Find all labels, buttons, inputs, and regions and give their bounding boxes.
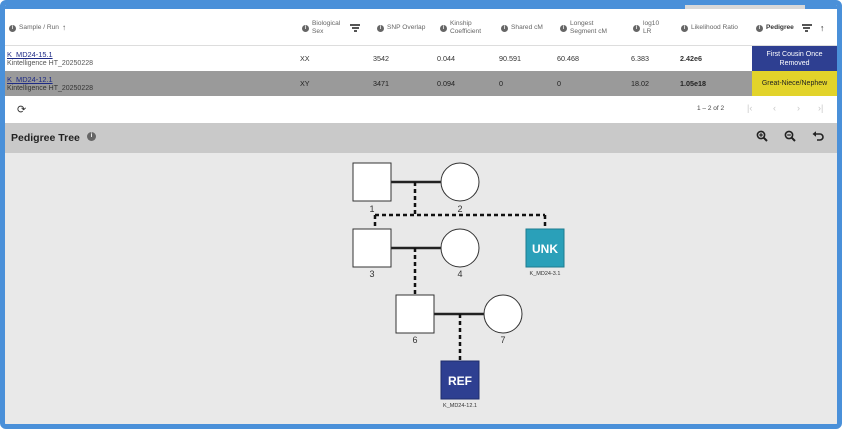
pedigree-badge[interactable]: First Cousin Once Removed bbox=[752, 46, 837, 71]
last-page-icon[interactable]: ›| bbox=[818, 103, 823, 113]
pedigree-tree: 1 2 3 4 UNK K_MD24-3.1 6 7 REF K_MD24-12… bbox=[352, 162, 565, 409]
node-label-3: 3 bbox=[369, 269, 374, 279]
info-icon[interactable]: i bbox=[681, 24, 688, 32]
pedigree-canvas[interactable]: 1 2 3 4 UNK K_MD24-3.1 6 7 REF K_MD24-12… bbox=[5, 153, 837, 424]
female-node-7[interactable] bbox=[483, 294, 523, 334]
results-table-header: i Sample / Run ↑ i Biological Sex i SNP O… bbox=[5, 10, 837, 46]
sample-link[interactable]: K_MD24-15.1 bbox=[7, 50, 53, 59]
info-icon[interactable]: i bbox=[756, 24, 763, 32]
pager-range: 1 – 2 of 2 bbox=[697, 105, 725, 112]
male-node-1[interactable] bbox=[352, 162, 392, 202]
zoom-out-icon[interactable] bbox=[784, 130, 796, 145]
sample-cell: K_MD24-15.1 Kintelligence HT_20250228 bbox=[7, 46, 93, 71]
header-snp-label: SNP Overlap bbox=[387, 24, 426, 31]
next-page-icon[interactable]: › bbox=[797, 103, 800, 113]
table-row-selected[interactable]: K_MD24-12.1 Kintelligence HT_20250228 XY… bbox=[5, 71, 837, 96]
header-shared[interactable]: i Shared cM bbox=[501, 10, 543, 46]
undo-icon[interactable] bbox=[812, 130, 824, 145]
table-pager: ⟳ 1 – 2 of 2 |‹ ‹ › ›| bbox=[5, 96, 837, 123]
snp-cell: 3542 bbox=[373, 54, 389, 63]
male-node-6[interactable] bbox=[395, 294, 435, 334]
log-lr-cell: 6.383 bbox=[631, 54, 649, 63]
info-icon[interactable]: i bbox=[560, 24, 567, 32]
header-longest[interactable]: i Longest Segment cM bbox=[560, 10, 607, 46]
prev-page-icon[interactable]: ‹ bbox=[773, 103, 776, 113]
pedigree-label-2: Removed bbox=[779, 59, 810, 67]
header-likelihood-label: Likelihood Ratio bbox=[691, 24, 738, 31]
header-pedigree[interactable]: i Pedigree ↑ bbox=[756, 10, 824, 46]
info-icon[interactable]: i bbox=[440, 24, 447, 32]
longest-cell: 60.468 bbox=[557, 54, 579, 63]
kinship-cell: 0.094 bbox=[437, 79, 455, 88]
header-shared-label: Shared cM bbox=[511, 24, 543, 31]
top-strip-scroll-handle[interactable] bbox=[685, 5, 805, 9]
node-label-7: 7 bbox=[500, 335, 505, 345]
header-log-lr-label: log10 LR bbox=[643, 20, 660, 35]
sex-cell: XY bbox=[300, 79, 310, 88]
unknown-node-label: UNK bbox=[532, 242, 558, 256]
app-window: i Sample / Run ↑ i Biological Sex i SNP O… bbox=[0, 0, 842, 429]
lr-cell: 1.05e18 bbox=[680, 79, 706, 88]
pedigree-header: Pedigree Tree i bbox=[5, 123, 837, 153]
node-label-4: 4 bbox=[457, 269, 462, 279]
info-icon[interactable]: i bbox=[302, 24, 309, 32]
unknown-node-caption: K_MD24-3.1 bbox=[530, 271, 561, 277]
header-kinship[interactable]: i Kinship Coefficient bbox=[440, 10, 481, 46]
header-longest-label: Longest Segment cM bbox=[570, 20, 608, 35]
shared-cell: 90.591 bbox=[499, 54, 521, 63]
sample-link[interactable]: K_MD24-12.1 bbox=[7, 75, 53, 84]
pedigree-title: Pedigree Tree bbox=[11, 132, 80, 144]
refresh-icon[interactable]: ⟳ bbox=[17, 103, 26, 116]
lr-cell: 2.42e6 bbox=[680, 54, 702, 63]
info-icon[interactable]: i bbox=[501, 24, 508, 32]
female-node-2[interactable] bbox=[440, 162, 480, 202]
pedigree-label: Great-Niece/Nephew bbox=[761, 80, 828, 87]
run-name: Kintelligence HT_20250228 bbox=[7, 84, 94, 92]
shared-cell: 0 bbox=[499, 79, 503, 88]
info-icon[interactable]: i bbox=[9, 24, 16, 32]
run-name: Kintelligence HT_20250228 bbox=[7, 59, 94, 67]
pedigree-badge[interactable]: Great-Niece/Nephew bbox=[752, 71, 837, 96]
node-label-1: 1 bbox=[369, 204, 374, 214]
header-log-lr[interactable]: i log10 LR bbox=[633, 10, 659, 46]
header-sex[interactable]: i Biological Sex bbox=[302, 10, 361, 46]
sex-cell: XX bbox=[300, 54, 310, 63]
longest-cell: 0 bbox=[557, 79, 561, 88]
info-icon[interactable]: i bbox=[87, 132, 96, 141]
sort-up-icon[interactable]: ↑ bbox=[62, 24, 66, 32]
header-kinship-label: Kinship Coefficient bbox=[450, 20, 482, 35]
sample-cell: K_MD24-12.1 Kintelligence HT_20250228 bbox=[7, 71, 93, 96]
sort-up-icon[interactable]: ↑ bbox=[820, 24, 825, 33]
log-lr-cell: 18.02 bbox=[631, 79, 649, 88]
snp-cell: 3471 bbox=[373, 79, 389, 88]
header-likelihood[interactable]: i Likelihood Ratio bbox=[681, 10, 738, 46]
header-snp[interactable]: i SNP Overlap bbox=[377, 10, 425, 46]
node-label-6: 6 bbox=[412, 335, 417, 345]
info-icon[interactable]: i bbox=[377, 24, 384, 32]
kinship-cell: 0.044 bbox=[437, 54, 455, 63]
table-row[interactable]: K_MD24-15.1 Kintelligence HT_20250228 XX… bbox=[5, 46, 837, 71]
filter-icon[interactable] bbox=[350, 23, 361, 34]
info-icon[interactable]: i bbox=[633, 24, 640, 32]
first-page-icon[interactable]: |‹ bbox=[747, 103, 752, 113]
header-sample[interactable]: i Sample / Run ↑ bbox=[9, 10, 66, 46]
header-sex-label: Biological Sex bbox=[312, 20, 341, 35]
header-pedigree-label: Pedigree bbox=[766, 24, 794, 31]
pedigree-label: First Cousin Once bbox=[766, 50, 823, 58]
header-sample-label: Sample / Run bbox=[19, 24, 59, 31]
node-label-2: 2 bbox=[457, 204, 462, 214]
female-node-4[interactable] bbox=[440, 228, 480, 268]
reference-node-caption: K_MD24-12.1 bbox=[443, 403, 477, 409]
male-node-3[interactable] bbox=[352, 228, 392, 268]
reference-node-label: REF bbox=[448, 374, 472, 388]
filter-icon[interactable] bbox=[801, 23, 812, 34]
zoom-in-icon[interactable] bbox=[756, 130, 768, 145]
